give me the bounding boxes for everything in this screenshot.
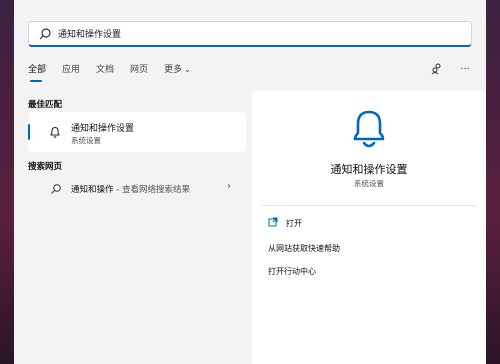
top-right-icons: ··· bbox=[430, 62, 472, 76]
more-options-icon[interactable]: ··· bbox=[458, 62, 472, 76]
tab-apps[interactable]: 应用 bbox=[62, 62, 88, 80]
tab-all[interactable]: 全部 bbox=[28, 62, 54, 82]
bell-icon bbox=[353, 110, 385, 148]
bell-icon bbox=[50, 126, 60, 138]
tab-web[interactable]: 网页 bbox=[130, 62, 156, 80]
chevron-right-icon: › bbox=[227, 181, 231, 192]
share-accounts-icon[interactable] bbox=[430, 62, 444, 76]
search-icon bbox=[51, 184, 61, 194]
search-input[interactable] bbox=[58, 28, 438, 39]
desktop-background-left bbox=[0, 0, 14, 364]
tab-documents-label: 文档 bbox=[96, 65, 115, 75]
more-options-glyph: ··· bbox=[460, 63, 470, 75]
tab-all-label: 全部 bbox=[28, 65, 47, 75]
web-search-result[interactable]: 通知和操作 - 查看网络搜索结果 › bbox=[28, 180, 246, 198]
detail-title: 通知和操作设置 bbox=[330, 163, 408, 176]
open-action-label: 打开 bbox=[286, 219, 302, 228]
web-search-text: 通知和操作 - 查看网络搜索结果 bbox=[71, 183, 190, 195]
search-icon bbox=[39, 27, 51, 39]
action-center-action-label: 打开行动中心 bbox=[268, 267, 316, 276]
best-match-heading: 最佳匹配 bbox=[28, 100, 63, 110]
tab-documents[interactable]: 文档 bbox=[96, 62, 122, 80]
web-search-query: 通知和操作 bbox=[71, 185, 114, 195]
web-search-heading: 搜索网页 bbox=[28, 162, 63, 172]
detail-pane: 通知和操作设置 系统设置 打开 从网站获取快速帮助 打开行动中心 bbox=[252, 91, 486, 364]
filter-tabs: 全部 应用 文档 网页 更多 ⌄ bbox=[28, 62, 207, 82]
best-match-result[interactable]: 通知和操作设置 系统设置 bbox=[28, 112, 246, 152]
action-center-action[interactable]: 打开行动中心 bbox=[268, 266, 316, 277]
open-action[interactable]: 打开 bbox=[268, 217, 302, 229]
tab-more[interactable]: 更多 ⌄ bbox=[164, 62, 199, 80]
web-help-action-label: 从网站获取快速帮助 bbox=[268, 244, 340, 253]
web-search-suffix: - 查看网络搜索结果 bbox=[113, 185, 190, 195]
selection-indicator bbox=[28, 124, 30, 140]
tab-more-label: 更多 bbox=[164, 65, 183, 75]
tab-web-label: 网页 bbox=[130, 65, 149, 75]
best-match-subtitle: 系统设置 bbox=[71, 136, 101, 145]
divider bbox=[262, 205, 476, 206]
tab-apps-label: 应用 bbox=[62, 65, 81, 75]
best-match-title: 通知和操作设置 bbox=[71, 124, 135, 134]
search-box[interactable] bbox=[28, 21, 472, 47]
detail-subtitle: 系统设置 bbox=[354, 179, 384, 188]
open-external-icon bbox=[268, 217, 278, 227]
desktop-background-right bbox=[486, 0, 500, 364]
web-help-action[interactable]: 从网站获取快速帮助 bbox=[268, 243, 340, 254]
search-panel: 全部 应用 文档 网页 更多⌄ ··· 最佳匹配 通知和操作设置 系统设置 搜索… bbox=[14, 0, 486, 364]
chevron-down-icon: ⌄ bbox=[184, 65, 191, 74]
